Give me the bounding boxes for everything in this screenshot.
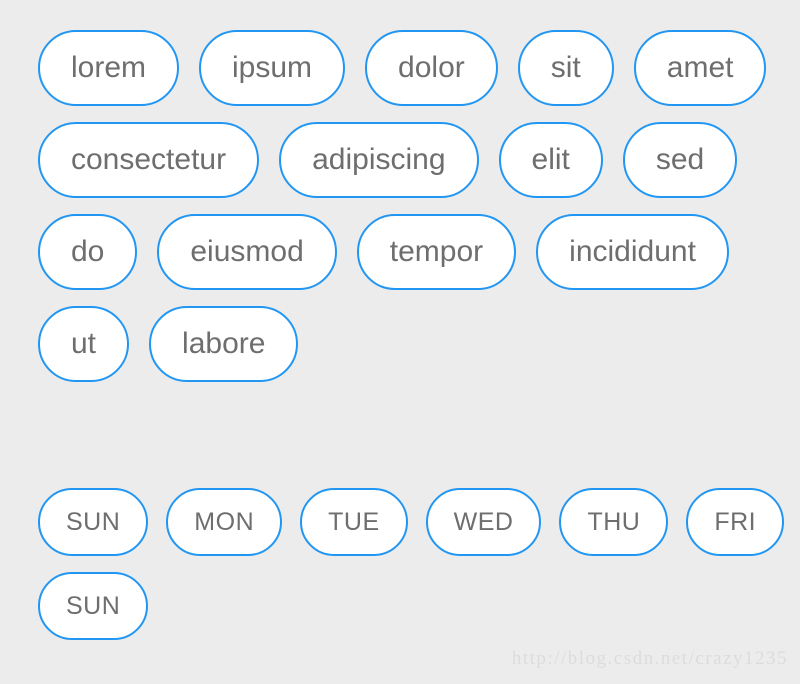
word-chip-label: dolor	[398, 51, 465, 84]
day-chip[interactable]: TUE	[300, 488, 408, 556]
word-chip-label: lorem	[71, 51, 147, 84]
day-chip[interactable]: WED	[425, 488, 542, 556]
word-chip[interactable]: sed	[622, 122, 738, 198]
day-chip-group: SUN MON TUE WED THU FRI SUN	[0, 488, 800, 640]
word-chip[interactable]: lorem	[38, 30, 180, 106]
word-chip[interactable]: elit	[498, 122, 603, 198]
word-chip-label: incididunt	[569, 235, 696, 268]
word-chip-label: adipiscing	[312, 143, 446, 176]
word-chip-label: labore	[182, 327, 266, 360]
word-chip-label: ipsum	[232, 51, 313, 84]
day-chip-label: FRI	[714, 507, 757, 536]
word-chip[interactable]: sit	[517, 30, 614, 106]
word-chip-label: consectetur	[71, 143, 227, 176]
word-chip-label: do	[71, 235, 105, 268]
word-chip-label: sit	[550, 51, 581, 84]
word-chip[interactable]: labore	[149, 306, 299, 382]
word-chip-label: tempor	[389, 235, 484, 268]
day-chip-label: THU	[587, 507, 641, 536]
word-chip[interactable]: do	[38, 214, 138, 290]
word-chip[interactable]: tempor	[356, 214, 517, 290]
flow-layout-demo-screen: lorem ipsum dolor sit amet consectetur adipisc…	[0, 0, 800, 684]
day-chip-label: WED	[453, 507, 514, 536]
word-chip[interactable]: eiusmod	[157, 214, 337, 290]
day-chip-label: TUE	[328, 507, 380, 536]
word-chip-group: lorem ipsum dolor sit amet consectetur adipisc…	[0, 0, 800, 382]
day-chip-label: MON	[194, 507, 255, 536]
watermark-text: http://blog.csdn.net/crazy1235	[511, 648, 788, 669]
word-chip-label: elit	[531, 143, 570, 176]
day-chip[interactable]: FRI	[686, 488, 785, 556]
word-chip-label: amet	[666, 51, 734, 84]
word-chip[interactable]: incididunt	[536, 214, 729, 290]
word-chip-label: sed	[655, 143, 705, 176]
word-chip[interactable]: ut	[38, 306, 130, 382]
word-chip-label: ut	[71, 327, 97, 360]
day-chip-label: SUN	[66, 591, 121, 620]
day-chip[interactable]: THU	[559, 488, 669, 556]
word-chip-label: eiusmod	[190, 235, 304, 268]
word-chip[interactable]: adipiscing	[279, 122, 479, 198]
word-chip[interactable]: amet	[633, 30, 767, 106]
word-chip[interactable]: consectetur	[38, 122, 260, 198]
day-chip[interactable]: SUN	[38, 572, 149, 640]
word-chip[interactable]: dolor	[365, 30, 498, 106]
day-chip[interactable]: MON	[166, 488, 283, 556]
word-chip[interactable]: ipsum	[199, 30, 346, 106]
day-chip-label: SUN	[66, 507, 121, 536]
day-chip[interactable]: SUN	[38, 488, 149, 556]
